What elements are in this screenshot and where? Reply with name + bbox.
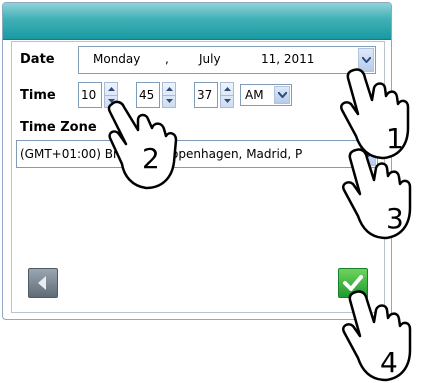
chevron-down-icon — [362, 57, 371, 63]
ampm-value: AM — [245, 88, 264, 102]
pointing-hand-icon-2: 2 — [107, 100, 178, 190]
second-spinner[interactable] — [220, 82, 234, 108]
title-bar — [3, 3, 391, 40]
back-button[interactable] — [28, 268, 58, 298]
time-label: Time — [20, 88, 56, 103]
timezone-select[interactable]: (GMT+01:00) Brussels, Copenhagen, Madrid… — [16, 140, 378, 168]
chevron-down-icon — [278, 92, 287, 98]
pointing-hand-icon-4: 4 — [342, 290, 412, 382]
date-label: Date — [20, 52, 55, 67]
arrow-up-icon — [108, 87, 115, 91]
hour-field[interactable]: 10 — [78, 82, 102, 108]
callout-number-2: 2 — [142, 142, 160, 175]
arrow-up-icon — [166, 87, 173, 91]
callout-number-3: 3 — [386, 202, 404, 235]
settings-panel: Date Monday , July 11, 2011 Time 10 45 3 — [11, 41, 385, 313]
pointing-hand-icon-3: 3 — [342, 148, 412, 240]
callout-number-4: 4 — [380, 346, 398, 379]
arrow-down-icon — [224, 99, 231, 103]
second-value: 37 — [197, 88, 213, 102]
second-field[interactable]: 37 — [194, 82, 218, 108]
date-picker[interactable]: Monday , July 11, 2011 — [78, 46, 376, 74]
arrow-left-icon — [38, 276, 46, 290]
hour-value: 10 — [81, 88, 97, 102]
timezone-label: Time Zone — [20, 120, 97, 135]
date-separator: , — [165, 52, 169, 66]
second-down-button[interactable] — [221, 95, 233, 107]
date-day-year: 11, 2011 — [261, 52, 315, 66]
arrow-up-icon — [224, 87, 231, 91]
date-month: July — [199, 52, 221, 66]
ampm-dropdown-button[interactable] — [274, 86, 290, 104]
ampm-select[interactable]: AM — [240, 84, 292, 106]
date-weekday: Monday — [93, 52, 141, 66]
